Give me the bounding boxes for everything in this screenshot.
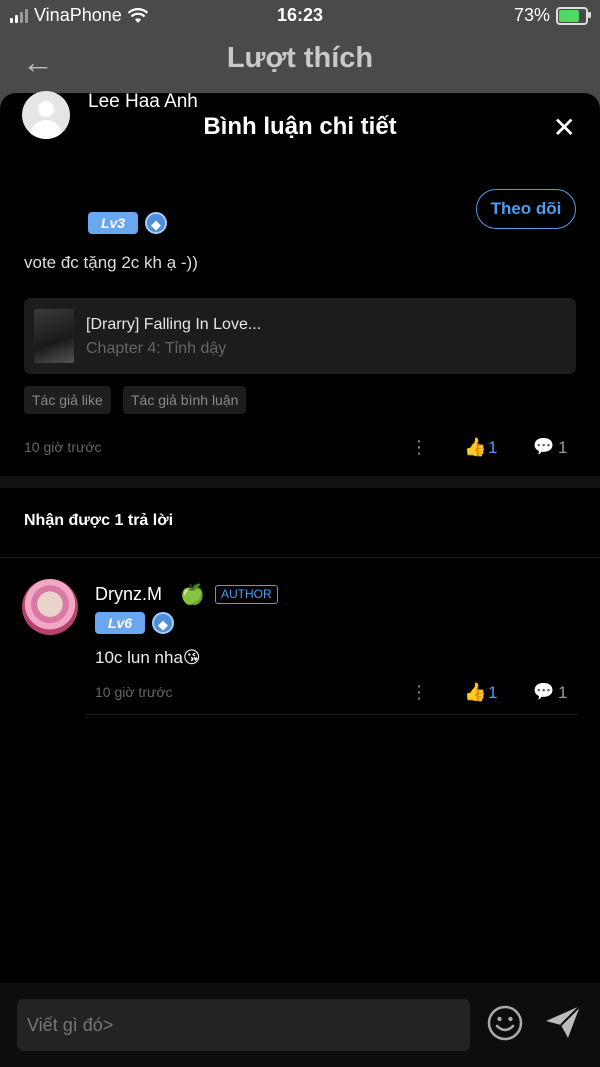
comment-detail-sheet: Bình luận chi tiết ✕ [0,93,600,1067]
comment-time: 10 giờ trước [24,439,102,455]
comment-like-count: 1 [488,438,498,457]
story-cover-image [34,309,74,363]
author-badge: AUTHOR [215,585,278,604]
reply-time: 10 giờ trước [95,684,173,700]
tag-author-like: Tác giả like [24,386,111,414]
reply-text: 10c lun nha😘 [95,648,201,667]
story-title: [Drarry] Falling In Love... [86,316,262,333]
replies-heading: Nhận được 1 trả lời [24,512,174,529]
more-options-icon[interactable]: ⋮ [410,437,428,458]
background-title: Lượt thích [226,42,374,74]
comment-user-name[interactable]: Lee Haa Anh [88,91,198,113]
ethereum-icon: ◆ [145,212,167,234]
level-badge: Lv3 [88,212,138,234]
status-time: 16:23 [276,5,324,25]
reply-more-options-icon[interactable]: ⋮ [410,682,428,703]
comment-text: vote đc tặng 2c kh ạ -)) [24,253,198,272]
background-header: ← Lượt thích [0,30,600,94]
divider [0,557,600,558]
reply-user-name[interactable]: Drynz.M [95,584,162,605]
reply-reply-bubble-icon[interactable]: 💬 [533,682,554,702]
emoji-icon[interactable] [487,1005,523,1041]
status-right: 73% [513,5,591,26]
story-chapter: Chapter 4: Tỉnh dậy [86,340,227,357]
battery-percent: 73% [513,5,550,25]
ethereum-icon: ◆ [152,612,174,634]
thumbs-up-icon[interactable]: 👍 [464,437,486,458]
comment-reply-count: 1 [558,438,568,457]
reply-like-count: 1 [488,683,498,702]
reply-level-badge: Lv6 [95,612,145,634]
reply-bubble-icon[interactable]: 💬 [533,437,554,457]
section-divider [0,476,600,488]
send-icon[interactable] [544,1003,582,1041]
reply-thumbs-up-icon[interactable]: 👍 [464,682,486,703]
green-apple-icon: 🍏 [180,584,205,606]
reply-divider [85,714,577,715]
comment-input-bar [0,983,600,1067]
story-card[interactable]: [Drarry] Falling In Love... Chapter 4: T… [24,298,576,374]
reply-reply-count: 1 [558,683,568,702]
avatar[interactable] [22,91,70,139]
comment-input[interactable] [17,999,470,1051]
tag-author-comment: Tác giả bình luận [123,386,247,414]
battery-icon [556,6,591,25]
close-icon[interactable]: ✕ [553,111,576,144]
reply-avatar[interactable] [22,579,78,635]
sheet-title: Bình luận chi tiết [203,113,397,140]
follow-button[interactable]: Theo dõi [476,189,576,229]
status-bar: VinaPhone 16:23 73% [0,0,600,30]
